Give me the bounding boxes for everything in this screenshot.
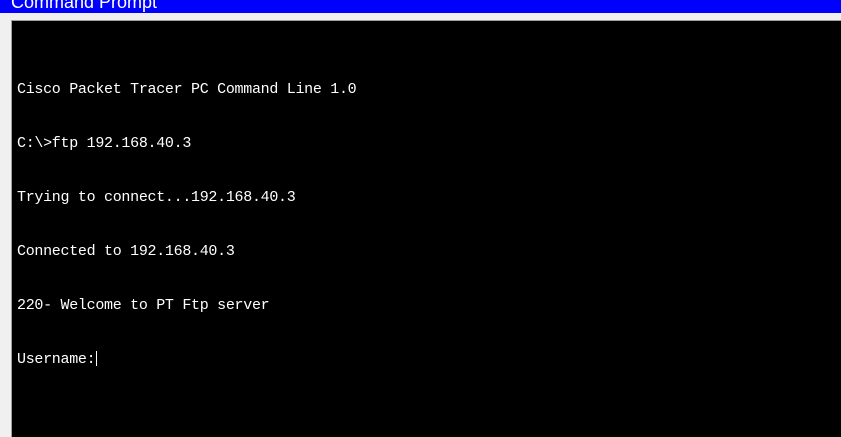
terminal-line: Trying to connect...192.168.40.3	[17, 189, 296, 206]
username-prompt: Username:	[17, 351, 96, 368]
terminal-line: C:\>ftp 192.168.40.3	[17, 135, 192, 152]
terminal-area[interactable]: Cisco Packet Tracer PC Command Line 1.0 …	[11, 20, 841, 437]
title-bar[interactable]: Command Prompt	[0, 0, 841, 13]
terminal-line: Connected to 192.168.40.3	[17, 243, 235, 260]
terminal-output[interactable]: Cisco Packet Tracer PC Command Line 1.0 …	[17, 45, 841, 437]
text-cursor	[96, 351, 98, 366]
command-prompt-window: Command Prompt Cisco Packet Tracer PC Co…	[0, 0, 841, 437]
terminal-input-line[interactable]: Username:	[17, 351, 841, 369]
window-title: Command Prompt	[11, 0, 158, 12]
terminal-line: 220- Welcome to PT Ftp server	[17, 297, 270, 314]
terminal-line: Cisco Packet Tracer PC Command Line 1.0	[17, 81, 357, 98]
